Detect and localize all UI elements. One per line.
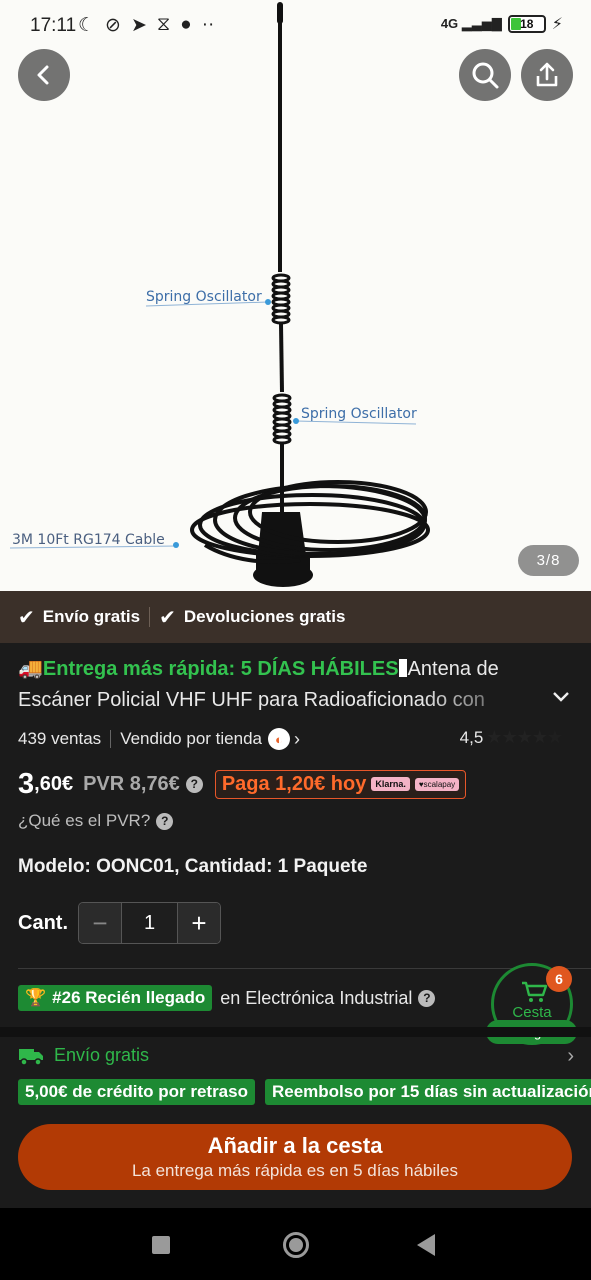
search-icon [472, 62, 499, 89]
silent-icon: ⊘ [105, 15, 121, 36]
scalapay-logo: ♥scalapay [414, 777, 460, 791]
share-icon [536, 62, 558, 87]
rank-badge: 🏆 #26 Recién llegado [18, 985, 213, 1011]
title-fade [420, 684, 560, 714]
image-pager: 3/8 [518, 545, 579, 576]
cart-icon [522, 981, 548, 1002]
image-annotation: Spring Oscillator [146, 289, 262, 305]
rating[interactable]: 4,5 ★★★★★ [459, 727, 563, 748]
image-annotation: Spring Oscillator [301, 406, 417, 422]
system-back-button[interactable] [417, 1234, 435, 1256]
expand-title-button[interactable] [552, 690, 570, 708]
cart-count-badge: 6 [546, 966, 572, 992]
divider [149, 607, 151, 627]
section-gap [0, 1027, 591, 1037]
image-annotation: 3M 10Ft RG174 Cable [12, 532, 165, 548]
check-icon: ✔ [159, 606, 176, 629]
price-integer: 3 [18, 767, 35, 800]
product-meta: 439 ventas Vendido por tienda ◐ › 4,5 ★★… [18, 727, 578, 751]
rating-value: 4,5 [459, 727, 484, 747]
quantity-stepper: − 1 + [78, 902, 221, 944]
chevron-right-icon: › [567, 1045, 574, 1067]
star-icon: ★ [531, 727, 548, 747]
text-cursor [398, 659, 407, 677]
add-to-cart-label: Añadir a la cesta [207, 1133, 383, 1158]
delivery-highlight: Entrega más rápida: 5 DÍAS HÁBILES [42, 658, 399, 680]
quantity-row: Cant. − 1 + [18, 902, 221, 944]
star-icon: ★ [501, 727, 517, 747]
chevron-right-icon: › [293, 728, 300, 749]
cart-label: Cesta [512, 1004, 552, 1021]
variant-selection[interactable]: Modelo: OONC01, Cantidad: 1 Paquete [18, 856, 367, 878]
recents-button[interactable] [152, 1236, 170, 1254]
price-row: 3 ,60€ PVR 8,76€ ? Paga 1,20€ hoy Klarna… [18, 766, 467, 802]
system-nav-bar [0, 1208, 591, 1280]
store-logo-icon: ◐ [267, 728, 290, 750]
help-icon[interactable]: ? [185, 775, 203, 793]
add-to-cart-button[interactable]: Añadir a la cesta La entrega más rápida … [18, 1124, 572, 1190]
home-button[interactable] [283, 1232, 309, 1258]
star-icon: ★ [516, 727, 533, 747]
product-image[interactable]: Spring Oscillator Spring Oscillator 3M 1… [0, 0, 591, 591]
status-bar: 17:11 ☾ ⊘ ➤ ⧖ ● ·· 4G ▂▃▅▇ 18 ⚡ [0, 0, 591, 52]
decrease-button[interactable]: − [79, 903, 121, 943]
telegram-icon: ➤ [130, 15, 147, 36]
share-button[interactable] [521, 49, 573, 101]
battery-icon: 18 [507, 15, 546, 33]
shipping-row[interactable]: Envío gratis › [18, 1045, 578, 1067]
signal-icon: 4G ▂▃▅▇ [440, 16, 502, 31]
shipping-tag: Reembolso por 15 días sin actualización [264, 1079, 591, 1105]
klarna-logo: Klarna. [371, 777, 410, 791]
moon-icon: ☾ [78, 15, 96, 36]
status-right: 4G ▂▃▅▇ 18 ⚡ [441, 14, 563, 34]
pay-later-badge[interactable]: Paga 1,20€ hoy Klarna. ♥scalapay [214, 769, 467, 799]
quantity-value[interactable]: 1 [121, 903, 178, 943]
truck-icon: 🚚 [18, 658, 43, 680]
star-half-icon: ★ [546, 727, 563, 747]
increase-button[interactable]: + [178, 903, 220, 943]
app-icon: ⧖ [156, 14, 171, 35]
benefits-strip: ✔ Envío gratis ✔ Devoluciones gratis [0, 591, 591, 643]
trophy-icon: 🏆 [25, 988, 47, 1007]
shipping-tags: 5,00€ de crédito por retraso Reembolso p… [18, 1079, 591, 1105]
chevron-left-icon [37, 65, 49, 85]
delivery-note: La entrega más rápida es en 5 días hábil… [131, 1161, 459, 1180]
truck-icon [19, 1048, 43, 1066]
sold-by-link[interactable]: Vendido por tienda ◐ › [120, 728, 300, 750]
back-button[interactable] [18, 49, 70, 101]
search-button[interactable] [459, 49, 511, 101]
price-cents: ,60€ [34, 772, 74, 795]
status-time: 17:11 [30, 15, 77, 36]
benefit-free-shipping: ✔ Envío gratis [18, 606, 141, 629]
star-rating: ★★★★★ [486, 727, 563, 748]
sales-count: 439 ventas [18, 729, 102, 748]
charging-icon: ⚡ [551, 16, 563, 33]
more-icon: ·· [201, 14, 215, 35]
shipping-tag: 5,00€ de crédito por retraso [18, 1079, 255, 1105]
divider [110, 730, 112, 748]
ranking-row[interactable]: 🏆 #26 Recién llegado en Electrónica Indu… [18, 985, 436, 1011]
chevron-down-icon [553, 692, 569, 702]
pvr-info-link[interactable]: ¿Qué es el PVR? ? [18, 811, 174, 831]
quantity-label: Cant. [18, 911, 68, 934]
app-icon: ● [180, 14, 192, 35]
status-icons: ☾ ⊘ ➤ ⧖ ● ·· [78, 14, 214, 37]
pvr-price: PVR 8,76€ [83, 772, 180, 795]
rank-category: en Electrónica Industrial [220, 987, 413, 1008]
check-icon: ✔ [18, 606, 35, 629]
benefit-free-returns: ✔ Devoluciones gratis [159, 606, 346, 629]
help-icon[interactable]: ? [418, 989, 436, 1007]
help-icon: ? [156, 812, 174, 830]
star-icon: ★ [486, 727, 502, 747]
divider [18, 968, 591, 969]
